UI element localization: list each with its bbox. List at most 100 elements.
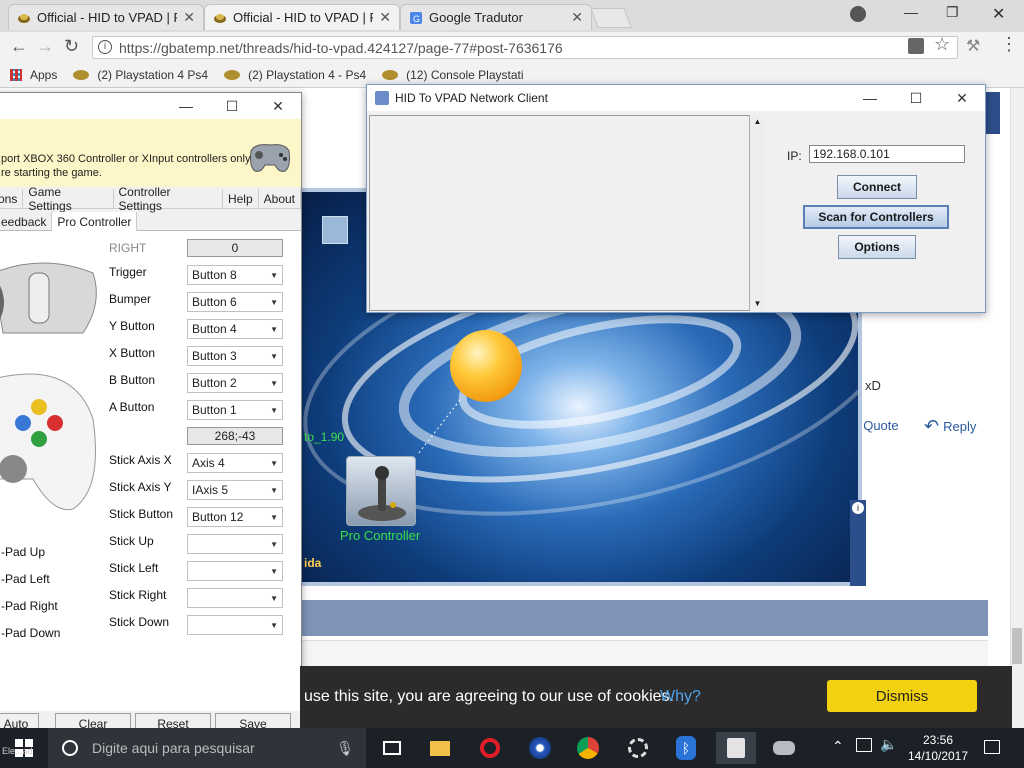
bumper-select[interactable]: Button 6 ▼ xyxy=(187,292,283,312)
minimize-icon[interactable]: — xyxy=(847,85,893,111)
cookie-why-link[interactable]: Why? xyxy=(660,688,701,706)
editor-toolbar xyxy=(300,640,988,666)
minimize-icon[interactable]: — xyxy=(163,93,209,119)
maximize-icon[interactable]: ☐ xyxy=(893,85,939,111)
dropdown-arrow-icon: ▼ xyxy=(270,485,278,495)
svg-text:G: G xyxy=(413,14,420,24)
menu-options[interactable]: ons xyxy=(0,189,24,209)
chrome-icon[interactable] xyxy=(568,732,608,764)
close-window-icon[interactable]: ✕ xyxy=(992,4,1005,24)
a-button-label: A Button xyxy=(109,400,155,414)
media-player-icon[interactable] xyxy=(520,732,560,764)
log-scrollbar[interactable]: ▲ ▼ xyxy=(749,115,765,311)
scroll-up-icon[interactable]: ▲ xyxy=(750,115,765,129)
task-view-icon[interactable] xyxy=(372,732,412,764)
b-button-select[interactable]: Button 2 ▼ xyxy=(187,373,283,393)
y-button-select[interactable]: Button 4 ▼ xyxy=(187,319,283,339)
bluetooth-icon[interactable]: ᛒ xyxy=(666,732,706,764)
cookie-banner: use this site, you are agreeing to our u… xyxy=(300,666,1012,728)
gbatemp-favicon xyxy=(224,69,241,80)
desktop-file-icon xyxy=(322,216,348,244)
dropdown-arrow-icon: ▼ xyxy=(270,539,278,549)
page-scrollbar-thumb[interactable] xyxy=(1012,628,1022,664)
stick-down-select[interactable]: ▼ xyxy=(187,615,283,635)
volume-icon[interactable]: 🔈 xyxy=(880,736,897,753)
clock[interactable]: 23:56 14/10/2017 xyxy=(906,732,970,764)
clock-date: 14/10/2017 xyxy=(907,749,969,763)
back-icon[interactable]: ← xyxy=(10,36,28,57)
stick-left-select[interactable]: ▼ xyxy=(187,561,283,581)
new-tab-button[interactable] xyxy=(590,8,632,28)
bookmark-item[interactable]: (2) Playstation 4 - Ps4 xyxy=(224,68,366,82)
x-button-select[interactable]: Button 3 ▼ xyxy=(187,346,283,366)
close-icon[interactable]: ✕ xyxy=(255,93,301,119)
menu-help[interactable]: Help xyxy=(223,189,259,209)
a-button-select[interactable]: Button 1 ▼ xyxy=(187,400,283,420)
menu-game-settings[interactable]: Game Settings xyxy=(23,185,114,213)
close-tab-icon[interactable]: ✕ xyxy=(571,9,583,26)
menu-about[interactable]: About xyxy=(259,189,301,209)
bookmark-item[interactable]: (12) Console Playstati xyxy=(382,68,524,82)
gamepad-app-icon[interactable] xyxy=(764,732,804,764)
b-button-label: B Button xyxy=(109,373,156,387)
scroll-down-icon[interactable]: ▼ xyxy=(750,297,765,311)
trigger-select[interactable]: Button 8 ▼ xyxy=(187,265,283,285)
stick-coordinate-value: 268;-43 xyxy=(187,427,283,445)
extension-icon[interactable]: ⚒ xyxy=(966,36,980,56)
browser-tab-1[interactable]: Official - HID to VPAD | P ✕ xyxy=(8,4,204,30)
reload-icon[interactable]: ↻ xyxy=(64,36,79,57)
taskbar-left-label: Ele...ad xyxy=(2,746,33,756)
notice-banner: port XBOX 360 Controller or XInput contr… xyxy=(0,119,301,187)
close-tab-icon[interactable]: ✕ xyxy=(183,9,195,26)
tab-feedback[interactable]: eedback xyxy=(0,212,53,232)
file-explorer-icon[interactable] xyxy=(420,732,460,764)
info-icon[interactable]: i xyxy=(98,40,112,54)
stick-axis-y-label: Stick Axis Y xyxy=(109,480,172,494)
tab-title: Official - HID to VPAD | P xyxy=(233,10,374,25)
dropdown-arrow-icon: ▼ xyxy=(270,270,278,280)
bookmark-item[interactable]: (2) Playstation 4 Ps4 xyxy=(73,68,208,82)
reply-link[interactable]: ↶ Reply xyxy=(924,416,976,437)
hid-titlebar: HID To VPAD Network Client — ☐ ✕ xyxy=(367,85,985,111)
menu-icon[interactable]: ⋮ xyxy=(1000,34,1018,55)
ip-input[interactable]: 192.168.0.101 xyxy=(809,145,965,163)
microphone-icon[interactable]: 🎙 xyxy=(336,740,354,757)
stick-axis-x-select[interactable]: Axis 4 ▼ xyxy=(187,453,283,473)
minimize-icon[interactable]: — xyxy=(904,4,918,20)
restore-icon[interactable]: ❐ xyxy=(946,4,959,21)
java-app-icon[interactable] xyxy=(716,732,756,764)
stick-right-select[interactable]: ▼ xyxy=(187,588,283,608)
inkscape-icon[interactable] xyxy=(618,732,658,764)
stick-up-select[interactable]: ▼ xyxy=(187,534,283,554)
options-button[interactable]: Options xyxy=(838,235,916,259)
menu-controller-settings[interactable]: Controller Settings xyxy=(114,185,223,213)
stick-axis-y-select[interactable]: IAxis 5 ▼ xyxy=(187,480,283,500)
close-icon[interactable]: ✕ xyxy=(939,85,985,111)
tray-chevron-icon[interactable]: ⌃ xyxy=(832,738,844,755)
connect-button[interactable]: Connect xyxy=(837,175,917,199)
pro-controller-desktop-icon[interactable] xyxy=(346,456,416,526)
bookmark-apps[interactable]: Apps xyxy=(10,68,57,82)
info-circle-icon: i xyxy=(852,502,864,514)
clock-time: 23:56 xyxy=(922,733,954,747)
stick-button-label: Stick Button xyxy=(109,507,174,521)
tab-pro-controller[interactable]: Pro Controller xyxy=(52,212,138,232)
translate-icon[interactable] xyxy=(908,38,924,54)
forward-icon[interactable]: → xyxy=(36,36,54,57)
close-tab-icon[interactable]: ✕ xyxy=(379,9,391,26)
opera-icon[interactable] xyxy=(470,732,510,764)
stick-button-select[interactable]: Button 12 ▼ xyxy=(187,507,283,527)
action-center-icon[interactable] xyxy=(984,740,1000,754)
browser-tab-3[interactable]: G Google Tradutor ✕ xyxy=(400,4,592,30)
controller-settings-window: — ☐ ✕ port XBOX 360 Controller or XInput… xyxy=(0,92,302,736)
network-icon[interactable] xyxy=(856,738,872,752)
dismiss-button[interactable]: Dismiss xyxy=(827,680,977,712)
maximize-icon[interactable]: ☐ xyxy=(209,93,255,119)
log-area[interactable] xyxy=(369,115,765,311)
bookmark-star-icon[interactable]: ☆ xyxy=(934,34,950,55)
browser-tab-2[interactable]: Official - HID to VPAD | P ✕ xyxy=(204,4,400,30)
profile-icon[interactable] xyxy=(850,6,866,22)
scan-controllers-button[interactable]: Scan for Controllers xyxy=(803,205,949,229)
taskbar-search-box[interactable]: Digite aqui para pesquisar 🎙 xyxy=(48,728,366,768)
address-bar[interactable]: https://gbatemp.net/threads/hid-to-vpad.… xyxy=(92,36,958,59)
